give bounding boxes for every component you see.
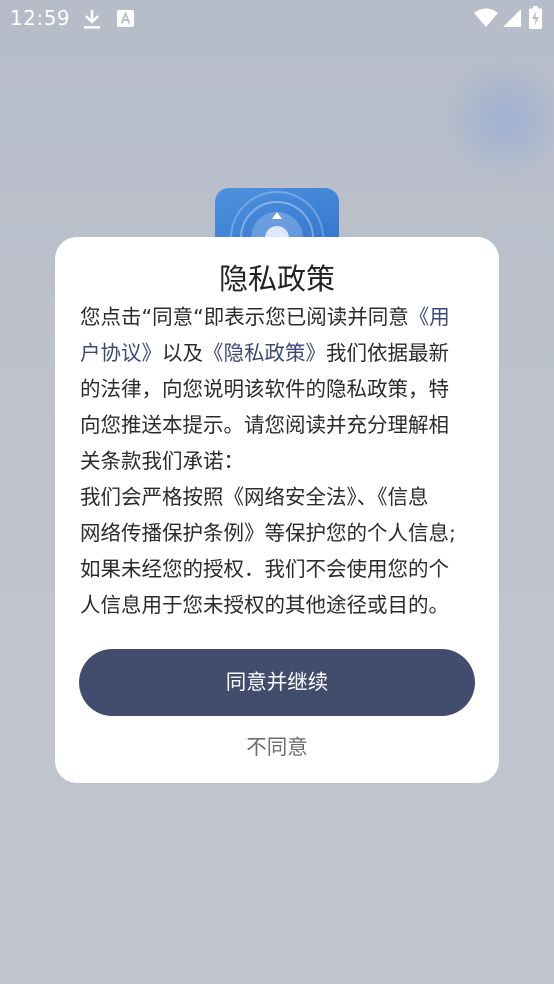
policy-text-segment: 以及 xyxy=(162,341,203,365)
policy-link[interactable]: 《隐私政策》 xyxy=(203,341,326,365)
privacy-policy-dialog: 隐私政策 您点击“同意“即表示您已阅读并同意《用 户协议》以及《隐私政策》我们依据… xyxy=(55,237,499,783)
policy-text-segment: 您点击“同意“即表示您已阅读并同意 xyxy=(80,305,409,329)
policy-body-line: 如果未经您的授权．我们不会使用您的个 xyxy=(80,551,485,587)
policy-body-line: 向您推送本提示。请您阅读并充分理解相 xyxy=(80,407,485,443)
policy-body-line: 您点击“同意“即表示您已阅读并同意《用 xyxy=(80,299,485,335)
policy-text-segment: 的法律，向您说明该软件的隐私政策，特 xyxy=(80,377,449,401)
policy-body-line: 网络传播保护条例》等保护您的个人信息; xyxy=(80,515,485,551)
policy-body-line: 我们会严格按照《网络安全法》、《信息 xyxy=(80,479,485,515)
policy-text-segment: 人信息用于您未授权的其他途径或目的。 xyxy=(80,593,449,617)
wifi-icon xyxy=(474,8,498,32)
disagree-button[interactable]: 不同意 xyxy=(55,729,499,765)
policy-body-line: 户协议》以及《隐私政策》我们依据最新 xyxy=(80,335,485,371)
policy-body-text: 您点击“同意“即表示您已阅读并同意《用 户协议》以及《隐私政策》我们依据最新 的法律… xyxy=(80,299,485,623)
policy-text-segment: 向您推送本提示。请您阅读并充分理解相 xyxy=(80,413,449,437)
policy-text-segment: 我们会严格按照《网络安全法》、《信息 xyxy=(80,485,429,509)
policy-body-line: 人信息用于您未授权的其他途径或目的。 xyxy=(80,587,485,623)
policy-text-segment: 我们依据最新 xyxy=(326,341,449,365)
policy-text-segment: 网络传播保护条例》等保护您的个人信息; xyxy=(80,521,456,545)
status-bar: 12:59 xyxy=(0,0,554,36)
download-icon xyxy=(82,8,102,34)
a-notification-icon xyxy=(117,10,134,31)
background-glow xyxy=(440,60,554,180)
dialog-title: 隐私政策 xyxy=(218,262,335,296)
policy-body-line: 关条款我们承诺： xyxy=(80,443,485,479)
policy-link[interactable]: 《用 xyxy=(409,305,450,329)
battery-charging-icon xyxy=(529,6,542,33)
policy-link[interactable]: 户协议》 xyxy=(80,341,162,365)
signal-icon xyxy=(502,8,522,32)
policy-body-line: 的法律，向您说明该软件的隐私政策，特 xyxy=(80,371,485,407)
status-time: 12:59 xyxy=(10,6,71,30)
policy-text-segment: 关条款我们承诺： xyxy=(80,449,244,473)
agree-continue-button[interactable]: 同意并继续 xyxy=(79,649,475,716)
policy-text-segment: 如果未经您的授权．我们不会使用您的个 xyxy=(80,557,449,581)
